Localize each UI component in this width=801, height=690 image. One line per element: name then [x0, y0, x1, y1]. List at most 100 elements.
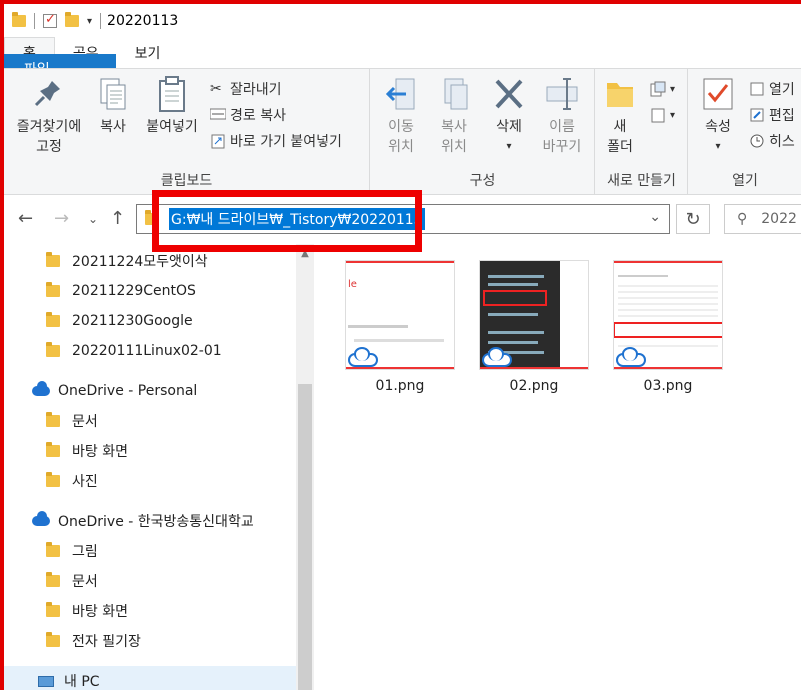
properties-check-icon[interactable]	[43, 12, 57, 28]
file-item[interactable]: 03.png	[612, 260, 724, 394]
tree-item[interactable]: 문서	[4, 406, 98, 436]
onedrive-cloud-icon	[32, 381, 50, 396]
file-item[interactable]: le 01.png	[344, 260, 456, 394]
refresh-button[interactable]: ↻	[676, 204, 710, 234]
tree-item[interactable]: 그림	[4, 536, 98, 566]
delete-x-icon	[492, 75, 526, 113]
search-icon: ⚲	[737, 211, 748, 227]
title-bar: ▾ 20220113	[4, 4, 801, 38]
paste-button[interactable]: 붙여넣기	[140, 75, 204, 137]
tree-item-this-pc[interactable]: 내 PC	[4, 666, 296, 690]
properties-label: 속성	[705, 119, 731, 135]
copy-to-line1: 복사	[441, 119, 467, 135]
search-input[interactable]: ⚲ 2022	[724, 204, 801, 234]
tree-item-label: 문서	[72, 574, 98, 590]
file-item[interactable]: 02.png	[478, 260, 590, 394]
ribbon-tabs: 파일 홈 공유 보기	[4, 37, 801, 84]
scissors-icon: ✂	[210, 81, 222, 97]
tree-item[interactable]: 바탕 화면	[4, 596, 128, 626]
properties-icon	[701, 75, 735, 113]
copy-path-button[interactable]: 경로 복사	[209, 103, 286, 127]
tree-item[interactable]: 20211229CentOS	[4, 276, 196, 306]
file-name: 01.png	[375, 378, 425, 394]
up-arrow-icon[interactable]: ↑	[110, 208, 125, 229]
paste-icon	[155, 75, 189, 113]
clipboard-group: 즐겨찾기에 고정 복사 붙여넣기 ✂ 잘라내기 경로 복사 바로 가기 붙여넣기	[4, 69, 370, 194]
delete-caret-icon[interactable]: ▾	[506, 137, 511, 157]
clipboard-group-label: 클립보드	[160, 173, 213, 189]
paste-shortcut-button[interactable]: 바로 가기 붙여넣기	[210, 129, 342, 153]
new-group: 새 폴더 ▾ ▾ 새로 만들기	[596, 69, 688, 194]
paste-shortcut-label: 바로 가기 붙여넣기	[230, 134, 342, 150]
tree-item-label: 바탕 화면	[72, 604, 128, 620]
forward-arrow-icon[interactable]: →	[54, 208, 69, 229]
tree-item[interactable]: 20211230Google	[4, 306, 193, 336]
new-item-button[interactable]: ▾	[650, 77, 675, 101]
tree-item[interactable]: 전자 필기장	[4, 626, 141, 656]
tab-view[interactable]: 보기	[117, 38, 179, 68]
pin-label-line1: 즐겨찾기에	[16, 119, 82, 135]
tree-item-onedrive-personal[interactable]: OneDrive - Personal	[4, 376, 197, 406]
open-button[interactable]: 열기	[749, 77, 795, 101]
navigation-pane: 20211224모두앳이삭 20211229CentOS 20211230Goo…	[4, 244, 296, 690]
new-folder-button[interactable]: 새 폴더	[602, 75, 638, 157]
copy-path-icon	[209, 107, 227, 123]
file-list: le 01.png 02.png 03.png	[314, 244, 801, 690]
move-to-line1: 이동	[388, 119, 414, 135]
cloud-status-icon	[480, 347, 512, 369]
tree-item[interactable]: 사진	[4, 466, 98, 496]
file-name: 02.png	[509, 378, 559, 394]
copy-button[interactable]: 복사	[92, 75, 134, 137]
organize-group-label: 구성	[469, 173, 496, 189]
edit-label: 편집	[769, 108, 795, 124]
tree-item[interactable]: 문서	[4, 566, 98, 596]
copy-to-line2: 위치	[441, 139, 467, 155]
customize-qat-caret-icon[interactable]: ▾	[87, 16, 92, 27]
rename-button[interactable]: 이름 바꾸기	[535, 75, 589, 157]
scroll-up-icon[interactable]: ▲	[296, 244, 314, 262]
edit-icon	[749, 107, 765, 123]
tree-item-label: OneDrive - Personal	[58, 383, 198, 399]
ribbon: 즐겨찾기에 고정 복사 붙여넣기 ✂ 잘라내기 경로 복사 바로 가기 붙여넣기	[4, 68, 801, 195]
new-folder-icon[interactable]	[65, 12, 79, 27]
navigation-scrollbar[interactable]: ▲	[296, 244, 314, 690]
properties-caret-icon[interactable]: ▾	[715, 137, 720, 157]
address-input[interactable]: G:₩내 드라이브₩_Tistory₩20220113	[169, 208, 425, 230]
back-arrow-icon[interactable]: ←	[18, 208, 33, 229]
rename-icon	[545, 75, 579, 113]
pin-quick-access-button[interactable]: 즐겨찾기에 고정	[10, 75, 88, 157]
folder-icon	[46, 572, 60, 587]
folder-icon	[46, 412, 60, 427]
new-group-label: 새로 만들기	[607, 173, 676, 189]
history-button[interactable]: 히스	[749, 129, 795, 153]
search-text: 2022	[761, 211, 797, 227]
pin-label-line2: 고정	[36, 139, 62, 155]
tree-item-label: 그림	[72, 544, 98, 560]
file-name: 03.png	[643, 378, 693, 394]
cut-button[interactable]: ✂ 잘라내기	[210, 77, 282, 101]
copy-to-button[interactable]: 복사 위치	[429, 75, 479, 157]
easy-access-button[interactable]: ▾	[650, 103, 675, 127]
easy-access-caret-icon: ▾	[670, 109, 676, 121]
tree-item-label: 전자 필기장	[72, 634, 141, 650]
tree-item[interactable]: 20211224모두앳이삭	[4, 246, 208, 276]
recent-locations-chevron-icon[interactable]: ⌄	[88, 212, 98, 226]
copy-icon	[96, 75, 130, 113]
window-title: 20220113	[107, 13, 179, 29]
delete-button[interactable]: 삭제 ▾	[487, 75, 531, 157]
tree-item-onedrive-knou[interactable]: OneDrive - 한국방송통신대학교	[4, 506, 254, 536]
tree-item-label: 바탕 화면	[72, 444, 128, 460]
address-bar[interactable]: G:₩내 드라이브₩_Tistory₩20220113 ⌄	[136, 204, 670, 234]
tree-item-label: 20220111Linux02-01	[72, 343, 222, 359]
history-label: 히스	[769, 134, 795, 150]
tree-item-label: 20211224모두앳이삭	[72, 254, 208, 270]
properties-button[interactable]: 속성 ▾	[699, 75, 737, 157]
tree-item[interactable]: 바탕 화면	[4, 436, 128, 466]
copy-label: 복사	[100, 119, 126, 135]
edit-button[interactable]: 편집	[749, 103, 795, 127]
move-to-button[interactable]: 이동 위치	[379, 75, 423, 157]
tree-item[interactable]: 20220111Linux02-01	[4, 336, 222, 366]
scroll-thumb[interactable]	[298, 384, 312, 690]
address-dropdown-chevron-icon[interactable]: ⌄	[649, 209, 661, 225]
cut-label: 잘라내기	[230, 82, 282, 98]
